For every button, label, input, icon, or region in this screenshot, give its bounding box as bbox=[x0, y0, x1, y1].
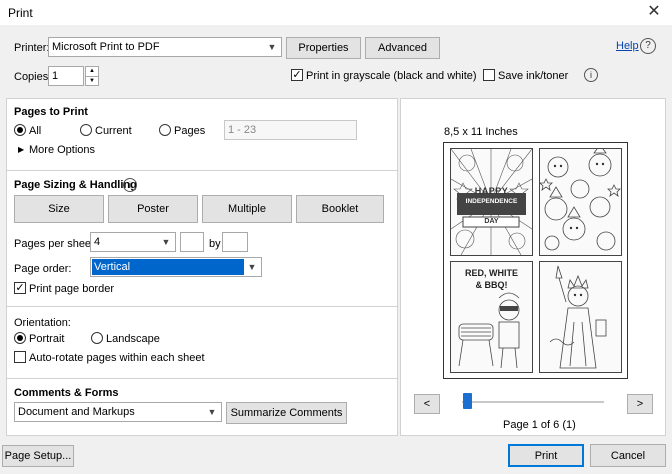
page-setup-button[interactable]: Page Setup... bbox=[2, 445, 74, 467]
title-bar bbox=[0, 0, 672, 25]
tab-poster[interactable]: Poster bbox=[108, 195, 198, 223]
all-label: All bbox=[29, 125, 42, 137]
page-slider-thumb[interactable] bbox=[463, 393, 472, 409]
page-order-select[interactable]: Vertical ▼ bbox=[90, 257, 262, 277]
copies-label: Copies: bbox=[14, 71, 52, 83]
independence-text: INDEPENDENCE bbox=[465, 198, 518, 205]
day-text: DAY bbox=[484, 218, 499, 225]
characters-drawing bbox=[540, 149, 621, 251]
window-title: Print bbox=[8, 6, 33, 20]
summarize-comments-button[interactable]: Summarize Comments bbox=[226, 402, 347, 424]
close-icon[interactable]: ✕ bbox=[640, 1, 668, 23]
printer-value: Microsoft Print to PDF bbox=[52, 41, 160, 53]
chevron-down-icon[interactable]: ▼ bbox=[86, 77, 98, 86]
chevron-down-icon: ▼ bbox=[207, 407, 217, 417]
advanced-button[interactable]: Advanced bbox=[365, 37, 440, 59]
pages-per-sheet-label: Pages per sheet: bbox=[14, 238, 98, 250]
comments-forms-title: Comments & Forms bbox=[14, 387, 119, 399]
print-border-label: Print page border bbox=[29, 283, 114, 295]
auto-rotate-checkbox[interactable] bbox=[14, 351, 26, 363]
by-label: by bbox=[209, 238, 221, 250]
help-link[interactable]: Help bbox=[616, 40, 639, 52]
comments-forms-value: Document and Markups bbox=[18, 406, 135, 418]
divider bbox=[7, 306, 397, 307]
copies-stepper[interactable]: ▲ ▼ bbox=[85, 66, 99, 86]
chevron-up-icon[interactable]: ▲ bbox=[86, 67, 98, 77]
more-options-toggle[interactable]: More Options bbox=[29, 144, 95, 156]
printer-select[interactable]: Microsoft Print to PDF ▼ bbox=[48, 37, 282, 57]
page-order-value: Vertical bbox=[94, 261, 131, 273]
bbq-text: & BBQ! bbox=[475, 280, 508, 290]
comments-forms-select[interactable]: Document and Markups ▼ bbox=[14, 402, 222, 422]
expand-triangle-icon[interactable]: ▶ bbox=[18, 145, 24, 154]
grayscale-checkbox[interactable]: ✓ bbox=[291, 69, 303, 81]
columns-input[interactable] bbox=[180, 232, 204, 252]
info-icon[interactable]: i bbox=[584, 68, 598, 82]
chevron-down-icon: ▼ bbox=[161, 237, 171, 247]
current-radio[interactable] bbox=[80, 124, 92, 136]
help-icon[interactable]: ? bbox=[640, 38, 656, 54]
portrait-radio[interactable] bbox=[14, 332, 26, 344]
tab-size[interactable]: Size bbox=[14, 195, 104, 223]
rows-input[interactable] bbox=[222, 232, 248, 252]
thumbnail-page-2 bbox=[539, 148, 622, 256]
print-border-checkbox[interactable]: ✓ bbox=[14, 282, 26, 294]
tab-multiple[interactable]: Multiple bbox=[202, 195, 292, 223]
next-page-button[interactable]: > bbox=[627, 394, 653, 414]
red-white-text: RED, WHITE bbox=[465, 268, 518, 278]
orientation-title: Orientation: bbox=[14, 317, 71, 329]
grill-drawing bbox=[458, 292, 520, 369]
save-ink-label: Save ink/toner bbox=[498, 70, 569, 82]
pages-range-placeholder: 1 - 23 bbox=[228, 124, 257, 136]
page-info-label: Page 1 of 6 (1) bbox=[503, 419, 576, 431]
page-order-label: Page order: bbox=[14, 263, 72, 275]
pages-label: Pages bbox=[174, 125, 206, 137]
grayscale-label: Print in grayscale (black and white) bbox=[306, 70, 477, 82]
divider bbox=[7, 170, 397, 171]
copies-value: 1 bbox=[52, 70, 59, 82]
thumbnail-page-1: HAPPY INDEPENDENCE DAY bbox=[450, 148, 533, 256]
print-button[interactable]: Print bbox=[508, 444, 584, 467]
landscape-label: Landscape bbox=[106, 333, 160, 345]
all-radio[interactable] bbox=[14, 124, 26, 136]
statue-of-liberty-drawing bbox=[549, 265, 607, 369]
thumbnail-page-3: RED, WHITE & BBQ! bbox=[450, 261, 533, 373]
paper-size-label: 8,5 x 11 Inches bbox=[444, 126, 518, 138]
chevron-down-icon: ▼ bbox=[267, 42, 277, 52]
previous-page-button[interactable]: < bbox=[414, 394, 440, 414]
chevron-down-icon: ▼ bbox=[247, 262, 257, 272]
divider bbox=[7, 378, 397, 379]
copies-input[interactable]: 1 bbox=[48, 66, 84, 86]
printer-label: Printer: bbox=[14, 42, 50, 54]
portrait-label: Portrait bbox=[29, 333, 65, 345]
happy-text: HAPPY bbox=[474, 186, 509, 196]
page-sizing-title: Page Sizing & Handling bbox=[14, 179, 137, 191]
pages-radio[interactable] bbox=[159, 124, 171, 136]
current-label: Current bbox=[95, 125, 132, 137]
cancel-button[interactable]: Cancel bbox=[590, 444, 666, 467]
landscape-radio[interactable] bbox=[91, 332, 103, 344]
page-preview: HAPPY INDEPENDENCE DAY RED, WHITE & BBQ! bbox=[443, 142, 628, 379]
auto-rotate-label: Auto-rotate pages within each sheet bbox=[29, 352, 205, 364]
page-slider-track[interactable] bbox=[462, 401, 604, 403]
save-ink-checkbox[interactable] bbox=[483, 69, 495, 81]
pages-to-print-title: Pages to Print bbox=[14, 106, 88, 118]
thumbnail-page-4 bbox=[539, 261, 622, 373]
pages-range-input[interactable]: 1 - 23 bbox=[224, 120, 357, 140]
properties-button[interactable]: Properties bbox=[286, 37, 361, 59]
pages-per-sheet-value: 4 bbox=[94, 236, 101, 248]
info-icon[interactable]: i bbox=[123, 178, 137, 192]
pages-per-sheet-select[interactable]: 4 ▼ bbox=[90, 232, 176, 252]
tab-booklet[interactable]: Booklet bbox=[296, 195, 384, 223]
